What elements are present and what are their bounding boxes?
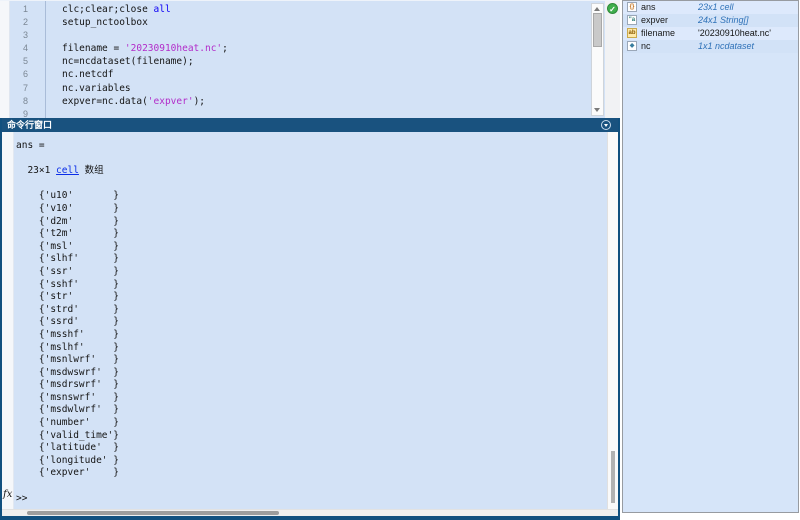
workspace-row-nc[interactable]: ◆ nc 1x1 ncdataset (623, 40, 798, 53)
variable-value: 23x1 cell (698, 1, 734, 14)
editor-line[interactable]: 6 nc.netcdf (0, 68, 585, 81)
cell-array-item: {'v10' } (16, 203, 119, 216)
cell-array-item: {'msdwlwrf' } (16, 404, 119, 417)
editor-line[interactable]: 8 expver=nc.data('expver'); (0, 95, 585, 108)
editor-line[interactable]: 7 nc.variables (0, 82, 585, 95)
editor-pane[interactable]: 1 clc;clear;close all 2 setup_nctoolbox 34 fi… (0, 0, 620, 118)
minimize-button[interactable] (601, 120, 611, 130)
editor-vertical-scrollbar[interactable] (591, 3, 604, 116)
code-text: clc;clear;close all (62, 3, 171, 16)
cell-array-item: {'d2m' } (16, 216, 119, 229)
code-text: nc.variables (62, 82, 131, 95)
editor-line[interactable]: 5 nc=ncdataset(filename); (0, 55, 585, 68)
horizontal-scrollbar-thumb[interactable] (27, 511, 279, 515)
code-text: nc=ncdataset(filename); (62, 55, 194, 68)
string-icon: "a (627, 15, 637, 25)
cell-array-item: {'strd' } (16, 304, 119, 317)
line-number: 3 (0, 29, 28, 42)
editor-line[interactable]: 3 (0, 29, 585, 42)
matlab-window: 1 clc;clear;close all 2 setup_nctoolbox 34 fi… (0, 0, 800, 520)
output-line (16, 178, 119, 191)
output-line (16, 480, 119, 493)
variable-value: 24x1 String[] (698, 14, 749, 27)
command-window: 命令行窗口 ans = 23×1 cell 数组 {'u10' } {'v10'… (0, 118, 620, 520)
code-text: filename = '20230910heat.nc'; (62, 42, 228, 55)
code-analyzer-ok-icon[interactable]: ✓ (607, 3, 618, 14)
code-text: expver=nc.data('expver'); (62, 95, 205, 108)
cell-array-item: {'expver' } (16, 467, 119, 480)
variable-name: filename (641, 27, 675, 40)
command-window-horizontal-scrollbar[interactable] (2, 509, 618, 516)
cell-array-item: {'ssr' } (16, 266, 119, 279)
cell-array-item: {'t2m' } (16, 228, 119, 241)
code-analyzer-strip: ✓ (605, 1, 620, 119)
char-icon: ab (627, 28, 637, 38)
editor-code-lines[interactable]: 1 clc;clear;close all 2 setup_nctoolbox 34 fi… (0, 3, 585, 121)
workspace-row-filename[interactable]: ab filename '20230910heat.nc' (623, 27, 798, 40)
cell-array-item: {'slhf' } (16, 253, 119, 266)
ans-label: ans = (16, 140, 119, 153)
cell-array-item: {'str' } (16, 291, 119, 304)
scroll-up-icon[interactable] (594, 7, 600, 11)
workspace-row-ans[interactable]: {} ans 23x1 cell (623, 1, 798, 14)
cell-array-item: {'number' } (16, 417, 119, 430)
line-number: 5 (0, 55, 28, 68)
code-text: nc.netcdf (62, 68, 113, 81)
chevron-down-icon (604, 124, 608, 127)
line-number: 4 (0, 42, 28, 55)
cell-type-link[interactable]: cell (56, 165, 79, 176)
cell-array-item: {'mslhf' } (16, 342, 119, 355)
scroll-down-icon[interactable] (594, 108, 600, 112)
editor-line[interactable]: 4 filename = '20230910heat.nc'; (0, 42, 585, 55)
variable-name: expver (641, 14, 668, 27)
variable-name: ans (641, 1, 656, 14)
cell-array-item: {'ssrd' } (16, 316, 119, 329)
cell-array-item: {'latitude' } (16, 442, 119, 455)
command-window-vertical-scrollbar[interactable] (607, 132, 618, 509)
cell-array-item: {'msdrswrf' } (16, 379, 119, 392)
workspace-row-expver[interactable]: "a expver 24x1 String[] (623, 14, 798, 27)
array-summary: 23×1 cell 数组 (16, 165, 119, 178)
cell-array-item: {'msnlwrf' } (16, 354, 119, 367)
editor-line[interactable]: 2 setup_nctoolbox (0, 16, 585, 29)
line-number: 8 (0, 95, 28, 108)
command-prompt[interactable]: >> (16, 493, 119, 506)
cell-array-item: {'longitude' } (16, 455, 119, 468)
command-window-output: ans = 23×1 cell 数组 {'u10' } {'v10' } {'d… (16, 140, 119, 505)
line-number: 7 (0, 82, 28, 95)
vertical-scrollbar-thumb[interactable] (611, 451, 615, 503)
cell-array-item: {'msshf' } (16, 329, 119, 342)
variable-value: 1x1 ncdataset (698, 40, 754, 53)
command-window-titlebar: 命令行窗口 (2, 118, 618, 132)
workspace-panel[interactable]: {} ans 23x1 cell "a expver 24x1 String[] abfil… (622, 0, 799, 513)
command-window-left-margin (2, 132, 14, 509)
object-icon: ◆ (627, 41, 637, 51)
code-text: setup_nctoolbox (62, 16, 148, 29)
variable-name: nc (641, 40, 651, 53)
editor-line[interactable]: 1 clc;clear;close all (0, 3, 585, 16)
cell-array-item: {'valid_time'} (16, 430, 119, 443)
fx-function-button[interactable]: fx (3, 489, 12, 500)
cell-array-item: {'u10' } (16, 190, 119, 203)
line-number: 2 (0, 16, 28, 29)
cell-array-item: {'msnswrf' } (16, 392, 119, 405)
cell-icon: {} (627, 2, 637, 12)
gutter-divider (45, 1, 46, 119)
command-window-title: 命令行窗口 (7, 120, 52, 130)
line-number: 6 (0, 68, 28, 81)
cell-array-item: {'msl' } (16, 241, 119, 254)
cell-array-item: {'sshf' } (16, 279, 119, 292)
command-window-body[interactable]: ans = 23×1 cell 数组 {'u10' } {'v10' } {'d… (2, 132, 618, 509)
variable-value: '20230910heat.nc' (698, 27, 771, 40)
cell-array-item: {'msdwswrf' } (16, 367, 119, 380)
output-line (16, 153, 119, 166)
editor-scrollbar-thumb[interactable] (593, 13, 602, 47)
line-number: 1 (0, 3, 28, 16)
command-window-bottom-border (2, 516, 618, 520)
